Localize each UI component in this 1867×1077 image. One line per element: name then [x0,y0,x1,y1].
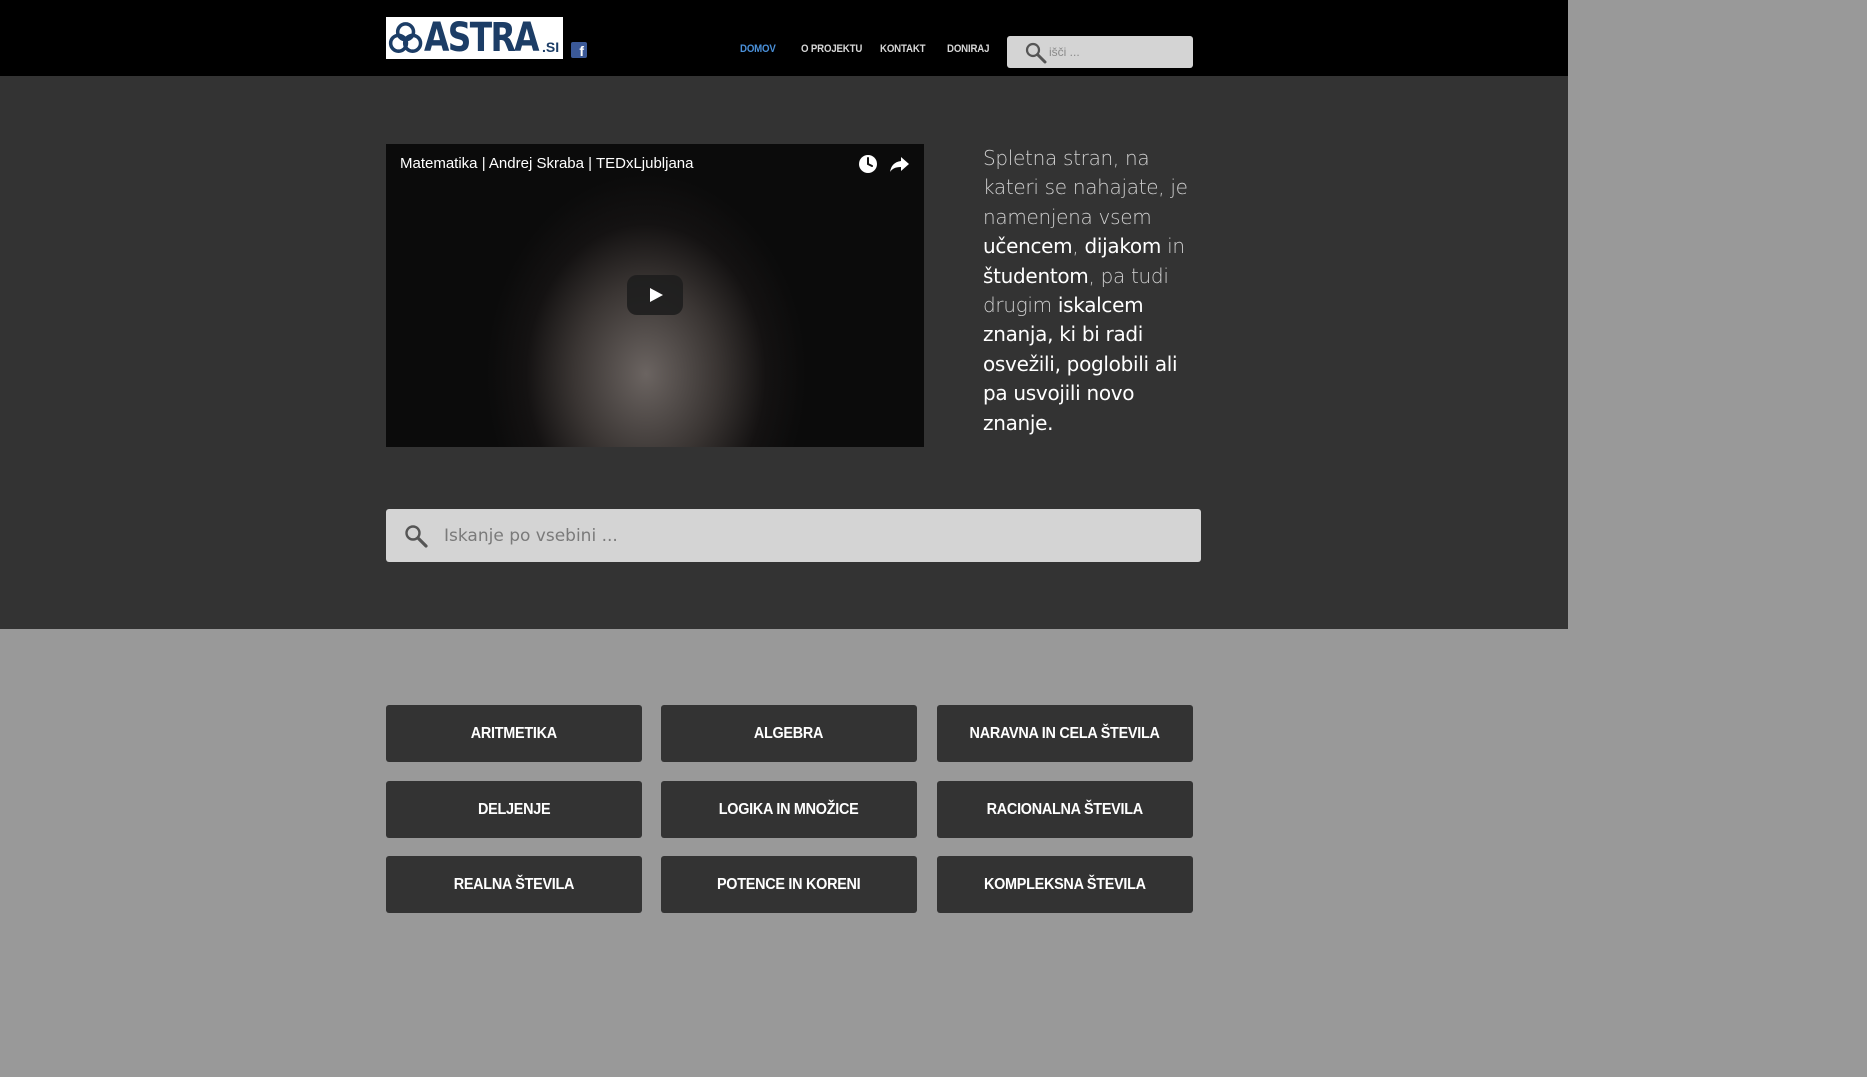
category-naravna-in-cela-stevila[interactable]: NARAVNA IN CELA ŠTEVILA [937,705,1193,762]
nav-doniraj[interactable]: DONIRAJ [947,43,990,55]
category-kompleksna-stevila[interactable]: KOMPLEKSNA ŠTEVILA [937,856,1193,913]
clock-icon[interactable] [858,154,878,174]
header-search-input[interactable] [1049,43,1187,61]
content-search-input[interactable] [444,524,1184,548]
category-racionalna-stevila[interactable]: RACIONALNA ŠTEVILA [937,781,1193,838]
nav-kontakt[interactable]: KONTAKT [880,43,926,55]
category-potence-in-koreni[interactable]: POTENCE IN KORENI [661,856,917,913]
play-icon[interactable] [627,275,683,315]
nav-domov[interactable]: DOMOV [740,43,776,55]
trefoil-logo-icon [388,22,423,53]
header-search [1007,36,1193,68]
video-title[interactable]: Matematika | Andrej Skraba | TEDxLjublja… [400,155,694,172]
category-algebra[interactable]: ALGEBRA [661,705,917,762]
facebook-icon[interactable]: f [571,42,587,58]
search-icon [405,525,428,548]
category-aritmetika[interactable]: ARITMETIKA [386,705,642,762]
category-realna-stevila[interactable]: REALNA ŠTEVILA [386,856,642,913]
video-embed[interactable]: Matematika | Andrej Skraba | TEDxLjublja… [386,144,924,447]
search-icon [1025,42,1047,64]
category-logika-in-mnozice[interactable]: LOGIKA IN MNOŽICE [661,781,917,838]
nav-o-projektu[interactable]: O PROJEKTU [801,43,862,55]
logo-wordmark: ASTRA [424,15,539,61]
share-icon[interactable] [888,154,910,174]
site-header: ASTRA .SI f DOMOV O PROJEKTU KONTAKT DON… [0,0,1568,76]
content-search [386,509,1201,562]
logo-tld: .SI [542,39,560,55]
intro-text: Spletna stran, na kateri se nahajate, je… [983,146,1188,435]
category-deljenje[interactable]: DELJENJE [386,781,642,838]
astra-logo[interactable]: ASTRA .SI [386,17,563,59]
